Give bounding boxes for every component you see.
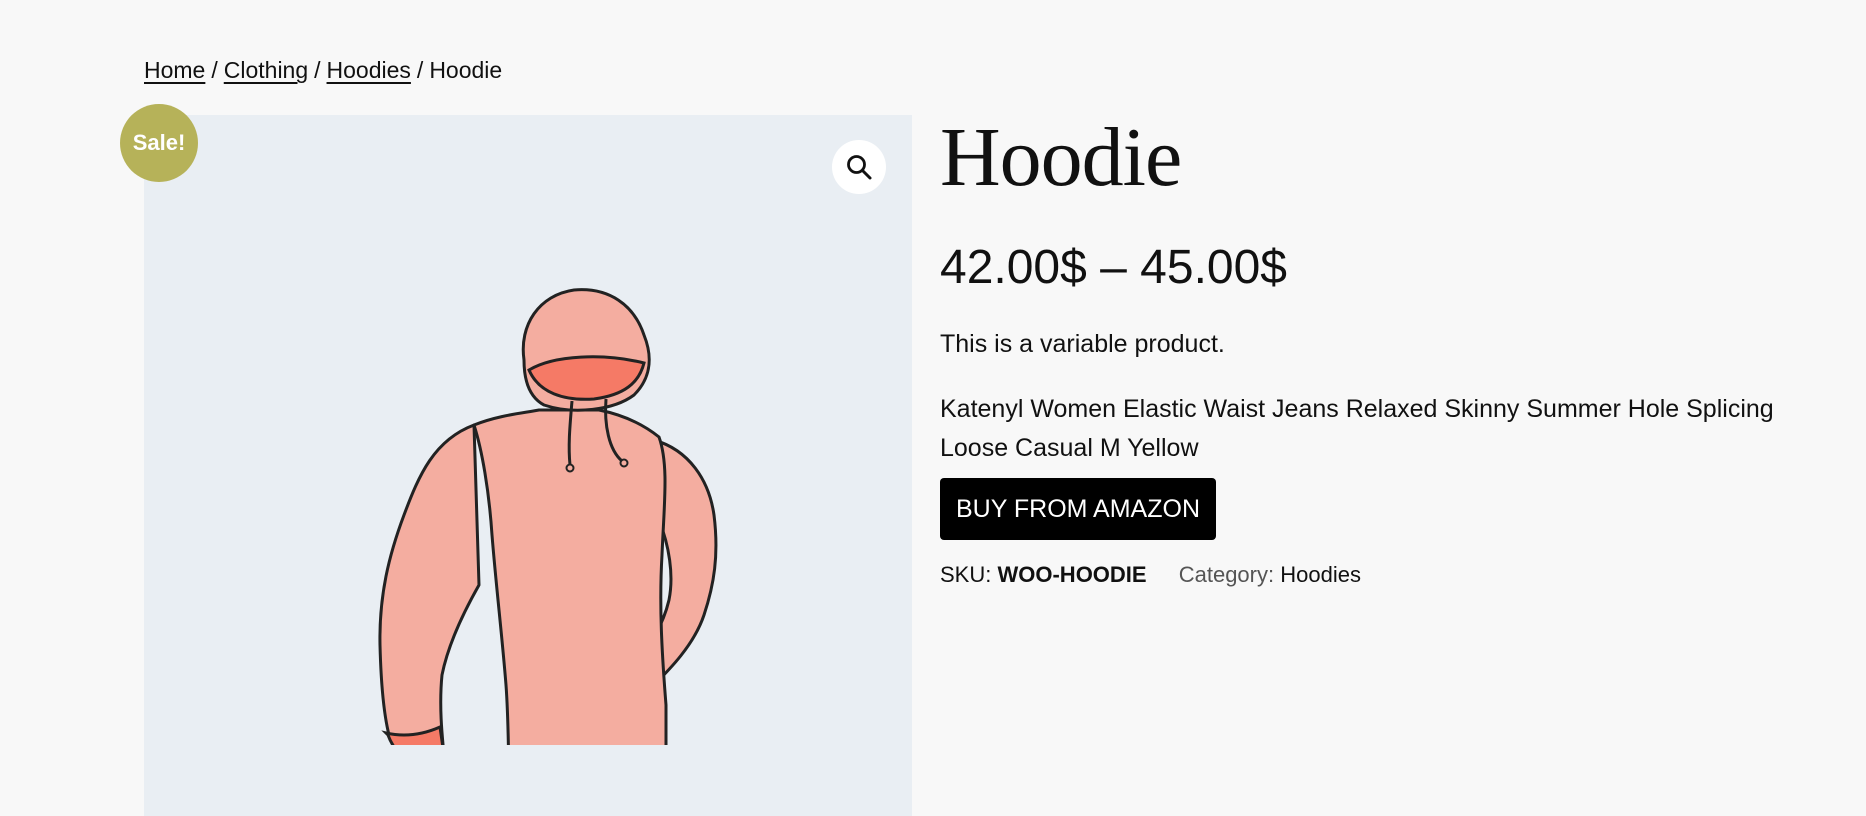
breadcrumb-link-home[interactable]: Home [144, 57, 205, 83]
breadcrumb-link-hoodies[interactable]: Hoodies [327, 57, 411, 83]
sku-value: WOO-HOODIE [997, 562, 1147, 587]
zoom-button[interactable] [832, 140, 886, 194]
breadcrumb-current: Hoodie [429, 57, 503, 83]
breadcrumb-link-clothing[interactable]: Clothing [224, 57, 308, 83]
search-icon [847, 155, 872, 180]
breadcrumb-separator: / [211, 57, 218, 83]
product-description: Katenyl Women Elastic Waist Jeans Relaxe… [940, 395, 1774, 462]
category-label: Category: [1178, 562, 1275, 587]
product-price: 42.00$ – 45.00$ [940, 241, 1287, 294]
breadcrumb-separator: / [314, 57, 321, 83]
category-link-hoodies[interactable]: Hoodies [1280, 562, 1361, 587]
breadcrumb: Home / Clothing / Hoodies / Hoodie [144, 54, 502, 86]
sale-badge: Sale! [120, 104, 198, 182]
breadcrumb-separator: / [416, 57, 424, 83]
product-short-description: This is a variable product. [940, 330, 1225, 358]
sku-label: SKU: [940, 562, 992, 587]
buy-from-amazon-button[interactable]: BUY FROM AMAZON [940, 478, 1217, 540]
hoodie-product-image[interactable] [324, 265, 744, 745]
product-title: Hoodie [940, 111, 1182, 204]
product-image-gallery[interactable] [144, 115, 912, 816]
product-meta: SKU: WOO-HOODIE Category: Hoodies [940, 560, 1820, 590]
product-summary: Hoodie 42.00$ – 45.00$ This is a variabl… [940, 110, 1820, 590]
